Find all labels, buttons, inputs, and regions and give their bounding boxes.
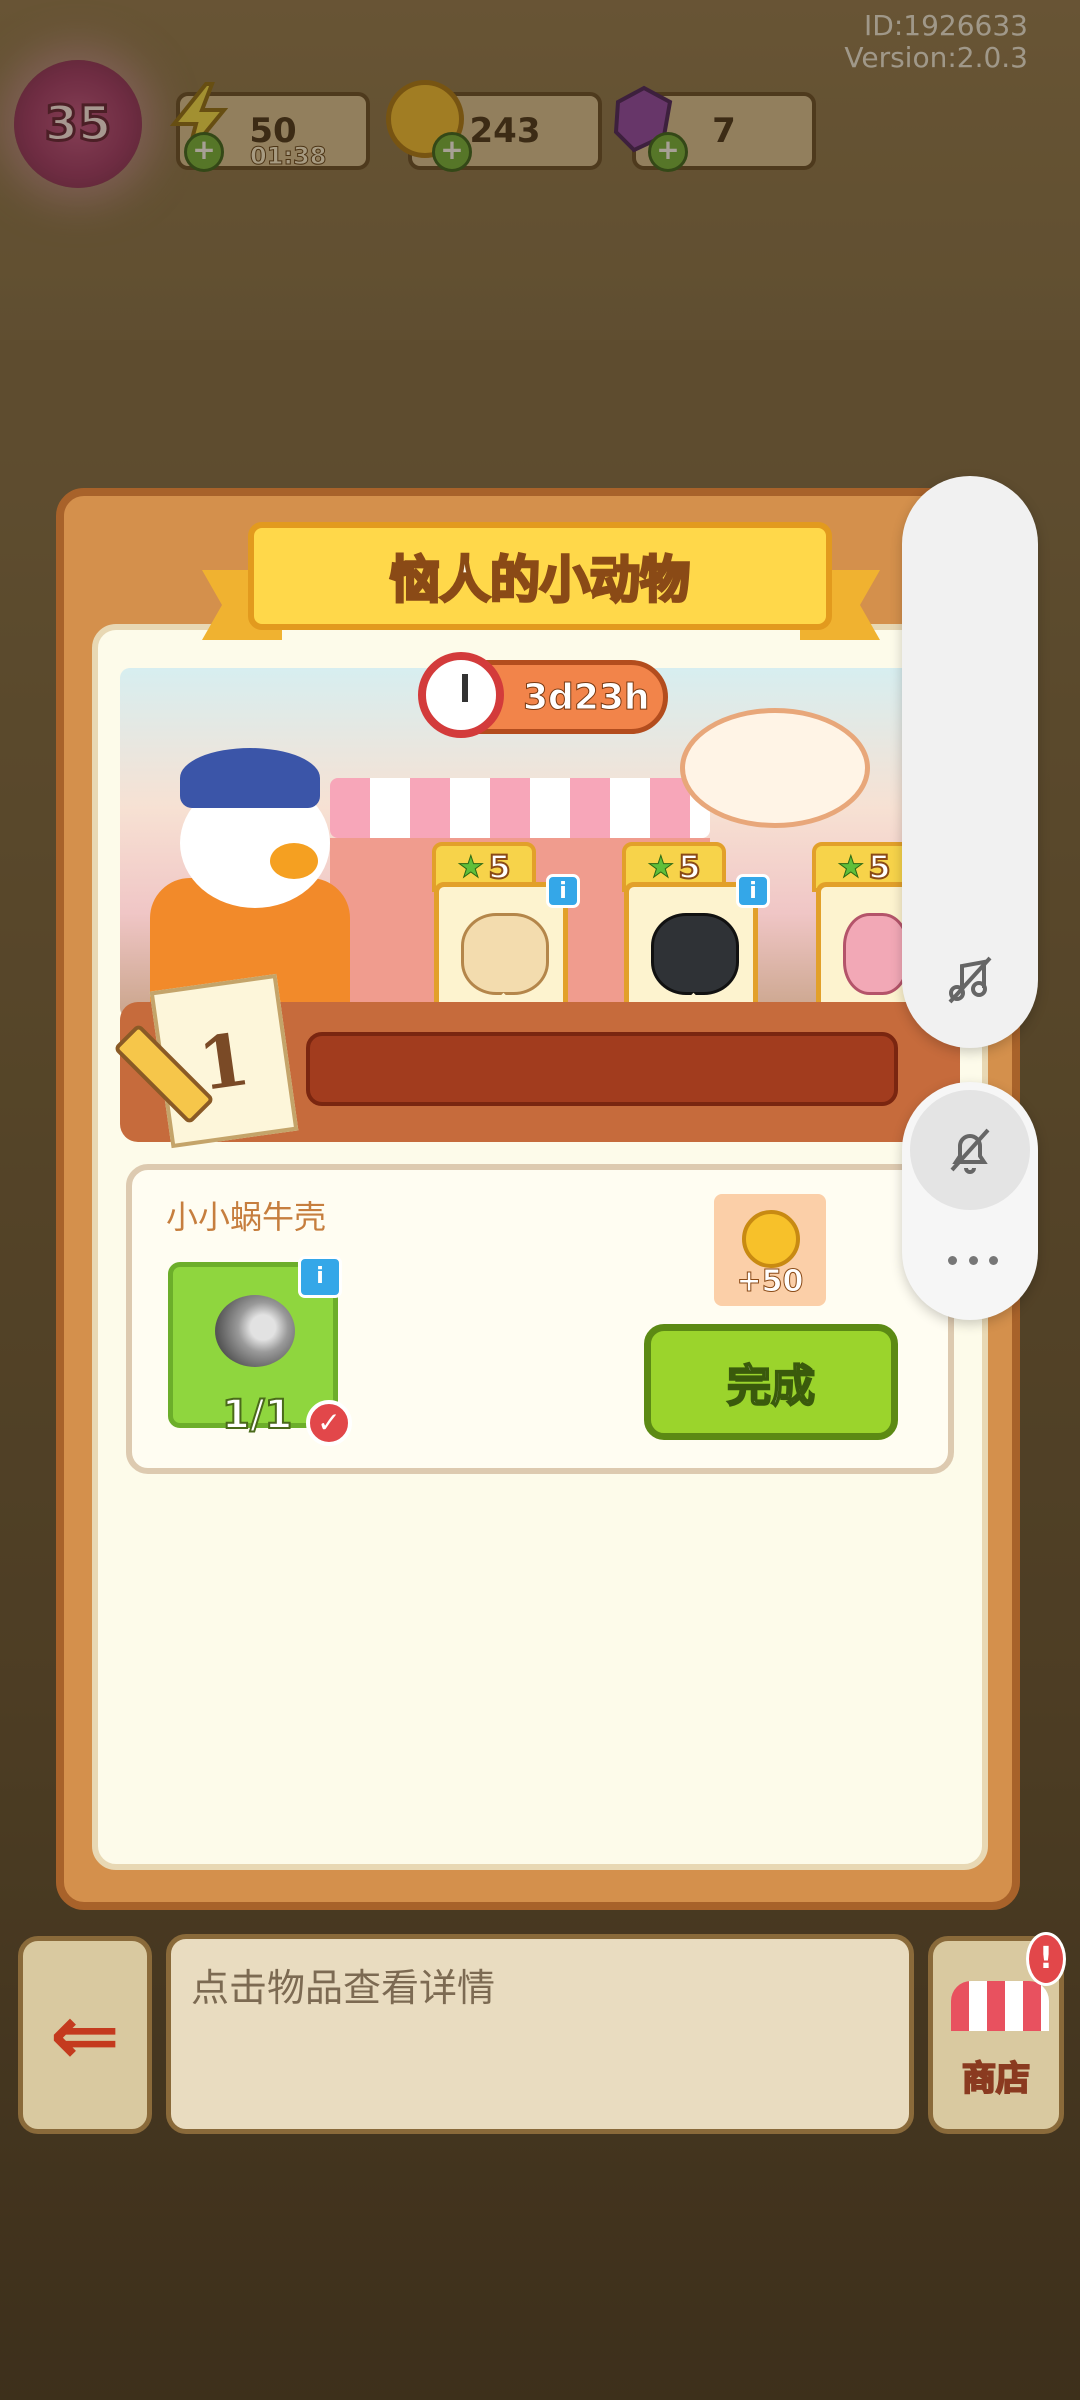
bread-bag-icon [461, 913, 549, 995]
task-item-name: 小小蜗牛壳 [166, 1198, 327, 1236]
coin-icon [742, 1210, 800, 1268]
info-icon[interactable]: i [546, 874, 580, 908]
clock-icon [418, 652, 504, 738]
star-icon: ★ [647, 849, 675, 885]
bell-off-icon[interactable] [930, 1110, 1010, 1190]
quest-progress-bar [306, 1032, 898, 1106]
postman-duck-character [150, 728, 350, 1018]
quest-timer-text: 3d23h [523, 676, 651, 718]
reward-stars-value: 5 [867, 847, 891, 887]
reward-stars-value: 5 [487, 847, 511, 887]
shop-alert-badge: ! [1026, 1932, 1066, 1986]
pink-handbag-icon [843, 913, 909, 995]
checkmark-icon: ✓ [306, 1400, 352, 1446]
item-detail-hint: 点击物品查看详情 [191, 1966, 496, 2010]
item-detail-panel: 点击物品查看详情 [166, 1934, 914, 2134]
task-item-count: 1/1 [221, 1391, 293, 1439]
reward-stars-value: 5 [677, 847, 701, 887]
exit-arrow-icon: ⇐ [49, 1986, 121, 2084]
shop-icon [951, 1981, 1049, 2031]
complete-button-label: 完成 [726, 1360, 816, 1413]
dialog-title-banner: 恼人的小动物 [248, 522, 832, 630]
black-handbag-icon [651, 913, 739, 995]
music-off-icon[interactable] [930, 940, 1010, 1020]
complete-button[interactable]: 完成 [644, 1324, 898, 1440]
reward-card-3[interactable] [816, 882, 909, 1014]
star-icon: ★ [837, 849, 865, 885]
thought-bubble [680, 708, 870, 828]
shop-awning [330, 778, 710, 838]
exit-button[interactable]: ⇐ [18, 1936, 152, 2134]
star-icon: ★ [457, 849, 485, 885]
snail-shell-icon [215, 1295, 295, 1367]
shop-button-label: 商店 [961, 2058, 1031, 2100]
task-reward: +50 [714, 1194, 826, 1306]
task-reward-value: +50 [736, 1264, 804, 1300]
info-icon[interactable]: i [298, 1256, 342, 1298]
info-icon[interactable]: i [736, 874, 770, 908]
dialog-title: 恼人的小动物 [389, 550, 692, 611]
more-options-icon[interactable] [948, 1250, 998, 1270]
